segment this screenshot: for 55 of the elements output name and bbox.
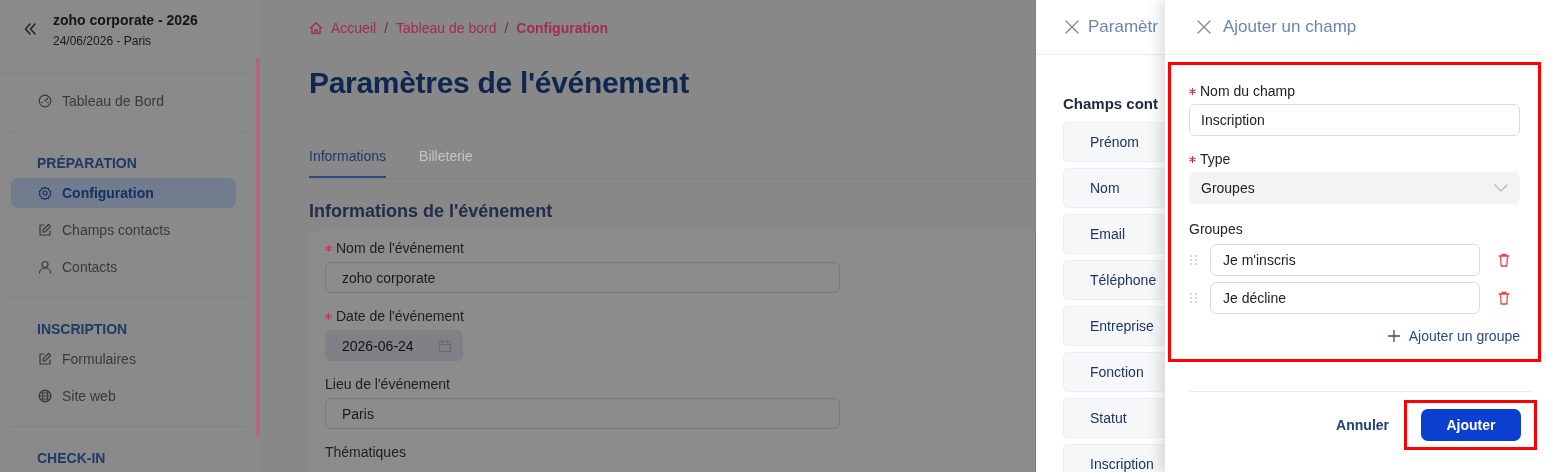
calendar-icon: [438, 338, 452, 353]
contact-field-item[interactable]: Téléphone: [1063, 260, 1165, 300]
drag-handle-icon[interactable]: [1189, 292, 1199, 304]
chevron-down-icon: [1494, 184, 1508, 192]
drawer-title: Ajouter un champ: [1223, 17, 1357, 37]
field-label: Groupes: [1189, 221, 1243, 237]
drag-handle-icon[interactable]: [1189, 254, 1199, 266]
field-label: Date de l'événement: [336, 308, 464, 324]
edit-icon: [38, 223, 52, 237]
section-heading: PRÉPARATION: [36, 154, 138, 173]
contact-field-item[interactable]: Email: [1063, 214, 1165, 254]
contact-field-item[interactable]: Nom: [1063, 168, 1165, 208]
add-button[interactable]: Ajouter: [1421, 409, 1521, 441]
add-group-link[interactable]: Ajouter un groupe: [1387, 328, 1520, 344]
field-label: Thématiques: [325, 444, 406, 460]
event-subtitle: 24/06/2026 - Paris: [53, 34, 153, 48]
edit-icon: [38, 352, 52, 366]
section-heading: Champs cont: [1063, 95, 1159, 112]
section-title: Informations de l'événement: [309, 201, 554, 222]
contact-field-item[interactable]: Fonction: [1063, 352, 1165, 392]
globe-icon: [38, 389, 52, 403]
breadcrumb-separator: /: [384, 20, 389, 36]
gauge-icon: [38, 94, 52, 108]
field-label: Type: [1200, 151, 1231, 167]
section-heading: INSCRIPTION: [36, 320, 129, 339]
date-field[interactable]: 2026-06-24: [325, 330, 463, 361]
user-icon: [38, 260, 52, 274]
input-field[interactable]: zoho corporate: [325, 262, 840, 293]
settings-icon: [38, 186, 52, 200]
contact-field-item[interactable]: Entreprise: [1063, 306, 1165, 346]
contact-field-item[interactable]: Inscription: [1063, 444, 1165, 472]
page-title: Paramètres de l'événement: [309, 66, 690, 100]
drawer-title: Paramètr: [1088, 17, 1158, 37]
input-field[interactable]: Je décline: [1210, 282, 1480, 314]
trash-icon[interactable]: [1498, 291, 1510, 305]
type-select[interactable]: Groupes: [1189, 172, 1520, 204]
input-field[interactable]: Inscription: [1189, 104, 1520, 136]
close-icon[interactable]: [1065, 20, 1079, 34]
breadcrumb-separator: /: [504, 20, 509, 36]
plus-icon: [1387, 330, 1400, 342]
cancel-link[interactable]: Annuler: [1336, 417, 1389, 433]
close-icon[interactable]: [1197, 20, 1211, 34]
contact-field-item[interactable]: Prénom: [1063, 122, 1165, 162]
field-label: Nom du champ: [1200, 83, 1295, 99]
scrollbar[interactable]: [256, 58, 260, 437]
collapse-icon[interactable]: [24, 23, 36, 35]
field-label: Nom de l'événement: [336, 240, 464, 256]
section-heading: CHECK-IN: [36, 449, 107, 468]
event-title: zoho corporate - 2026: [53, 12, 198, 28]
input-field[interactable]: Je m'inscris: [1210, 244, 1480, 276]
contact-field-item[interactable]: Statut: [1063, 398, 1165, 438]
field-label: Lieu de l'événement: [325, 376, 450, 392]
input-field[interactable]: Paris: [325, 398, 840, 429]
home-icon[interactable]: [309, 21, 323, 35]
trash-icon[interactable]: [1498, 253, 1510, 267]
